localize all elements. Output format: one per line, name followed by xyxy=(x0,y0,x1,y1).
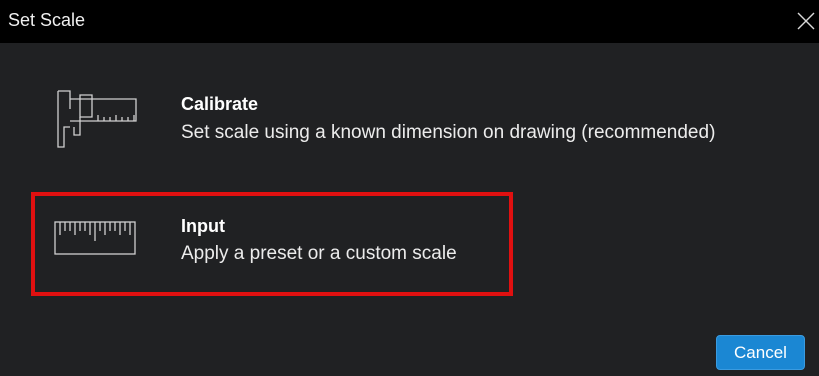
ruler-icon xyxy=(54,219,136,257)
cancel-button[interactable]: Cancel xyxy=(716,335,805,370)
set-scale-dialog: Set Scale Calibrate Set scale using a kn… xyxy=(0,0,819,376)
input-title: Input xyxy=(181,216,225,236)
caliper-icon xyxy=(54,87,140,151)
input-option[interactable]: Input Apply a preset or a custom scale xyxy=(31,192,513,296)
calibrate-option[interactable]: Calibrate Set scale using a known dimens… xyxy=(40,80,780,160)
calibrate-title: Calibrate xyxy=(181,94,259,114)
input-description: Apply a preset or a custom scale xyxy=(181,243,457,264)
close-icon[interactable] xyxy=(795,10,817,32)
calibrate-description: Set scale using a known dimension on dra… xyxy=(181,122,716,143)
dialog-title: Set Scale xyxy=(8,10,86,30)
dialog-titlebar: Set Scale xyxy=(0,0,819,43)
